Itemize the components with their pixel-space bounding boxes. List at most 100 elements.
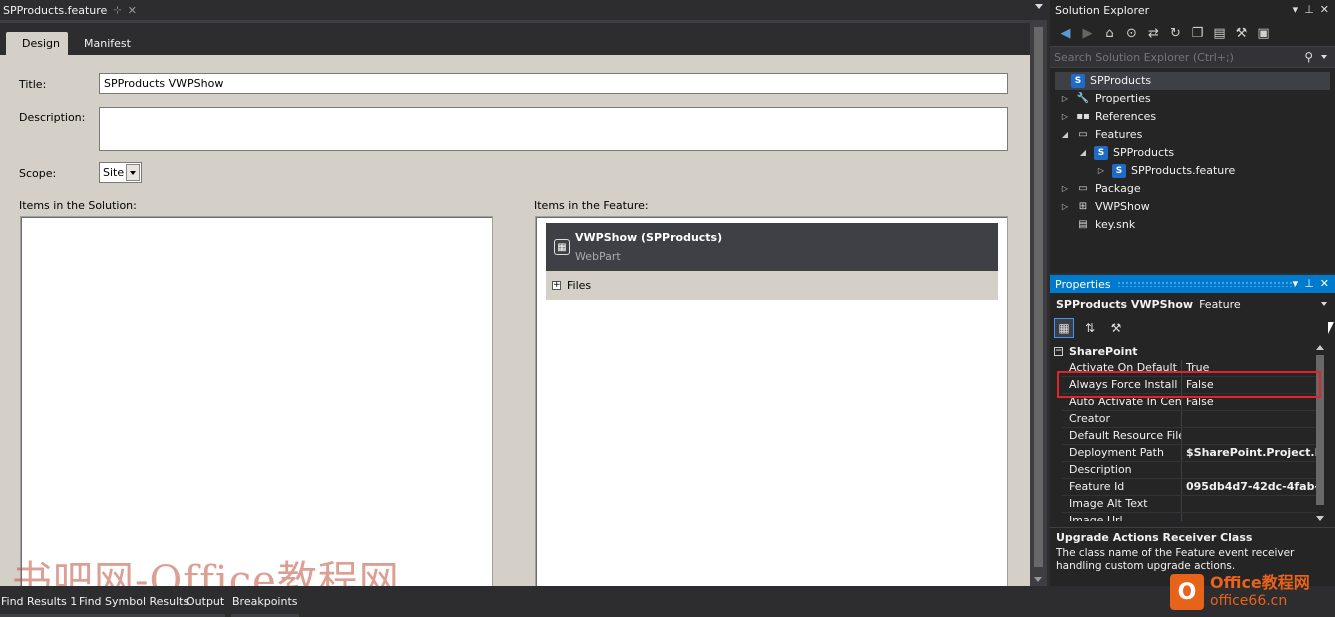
tab-find-results-1[interactable]: Find Results 1 <box>0 595 79 617</box>
pin-icon[interactable]: ⊹ <box>113 5 121 16</box>
tree-item-spproducts-project[interactable]: S SPProducts <box>1055 72 1330 90</box>
alphabetical-icon[interactable]: ⇅ <box>1080 318 1100 338</box>
back-icon[interactable]: ◀ <box>1058 26 1073 41</box>
window-position-icon[interactable]: ▾ <box>1293 277 1299 290</box>
property-value[interactable] <box>1182 462 1318 478</box>
webpart-icon: ⊞ <box>1078 201 1088 212</box>
tree-item-vwpshow[interactable]: ▷ ⊞ VWPShow <box>1060 198 1150 216</box>
solution-search-box[interactable]: ⚲ <box>1050 46 1335 68</box>
items-in-feature-list[interactable]: ▦ VWPShow (SPProducts) WebPart + Files <box>535 216 1008 591</box>
scroll-up-icon[interactable] <box>1316 345 1324 350</box>
property-row[interactable]: Image Url <box>1062 513 1318 521</box>
pin-icon[interactable]: ⊥ <box>1304 277 1314 290</box>
property-grid-scrollbar[interactable] <box>1314 343 1326 523</box>
property-value[interactable] <box>1182 411 1318 427</box>
property-row-always-force-install[interactable]: Always Force Install False <box>1062 377 1318 394</box>
tab-find-symbol-results[interactable]: Find Symbol Results <box>78 595 191 617</box>
tree-item-key-snk[interactable]: ▤ key.snk <box>1060 216 1135 234</box>
scope-dropdown-button[interactable] <box>126 164 140 181</box>
property-grid-scroll-thumb[interactable] <box>1316 355 1324 505</box>
collapse-arrow-icon[interactable]: ◢ <box>1078 144 1088 162</box>
solution-search-input[interactable] <box>1054 49 1294 65</box>
expand-arrow-icon[interactable]: ▷ <box>1060 90 1070 108</box>
property-row[interactable]: Description <box>1062 462 1318 479</box>
sync-icon[interactable]: ⇄ <box>1146 26 1161 41</box>
property-value[interactable]: $SharePoint.Project.F <box>1182 445 1318 461</box>
close-icon[interactable]: ✕ <box>128 4 137 17</box>
scroll-down-icon[interactable] <box>1034 577 1042 582</box>
property-row[interactable]: Image Alt Text <box>1062 496 1318 513</box>
chevron-down-icon[interactable] <box>1321 302 1327 306</box>
property-row[interactable]: Feature Id 095db4d7-42dc-4fab- <box>1062 479 1318 496</box>
property-value[interactable]: False <box>1182 394 1318 410</box>
property-value[interactable] <box>1182 513 1318 521</box>
refresh-icon[interactable]: ↻ <box>1168 26 1183 41</box>
show-all-files-icon[interactable]: ▤ <box>1212 26 1227 41</box>
pending-changes-filter-icon[interactable]: ⊙ <box>1124 26 1139 41</box>
tab-dropdown-icon[interactable] <box>1035 4 1043 9</box>
property-value[interactable]: True <box>1182 360 1318 376</box>
property-value[interactable] <box>1182 428 1318 444</box>
designer-scrollbar[interactable] <box>1030 23 1047 586</box>
property-row[interactable]: Activate On Default True <box>1062 360 1318 377</box>
tab-design[interactable]: Design <box>6 32 68 55</box>
property-value[interactable]: False <box>1182 377 1318 393</box>
close-icon[interactable]: ✕ <box>1320 3 1329 16</box>
expand-arrow-icon[interactable]: ▷ <box>1096 162 1106 180</box>
property-row[interactable]: Default Resource File <box>1062 428 1318 445</box>
home-icon[interactable]: ⌂ <box>1102 26 1117 41</box>
category-row[interactable]: − SharePoint <box>1050 343 1138 360</box>
package-icon: ▭ <box>1078 183 1088 194</box>
tab-output[interactable]: Output <box>185 595 226 617</box>
office-logo-icon: O <box>1170 574 1204 610</box>
solution-explorer-title: Solution Explorer <box>1055 3 1150 17</box>
property-row[interactable]: Creator <box>1062 411 1318 428</box>
collapse-all-icon[interactable]: ❐ <box>1190 26 1205 41</box>
expand-arrow-icon[interactable]: ▷ <box>1060 180 1070 198</box>
property-name: Description <box>1062 462 1182 478</box>
properties-toolbar: ▦ ⇅ ⚒ <box>1050 316 1335 340</box>
files-row[interactable]: + Files <box>546 271 998 300</box>
tab-manifest[interactable]: Manifest <box>68 32 147 55</box>
expand-arrow-icon[interactable]: ▷ <box>1060 198 1070 216</box>
items-in-solution-list[interactable] <box>20 216 493 591</box>
document-tab[interactable]: SPProducts.feature ⊹ ✕ <box>0 0 143 20</box>
properties-icon[interactable]: ⚒ <box>1234 26 1249 41</box>
property-row[interactable]: Deployment Path $SharePoint.Project.F <box>1062 445 1318 462</box>
tree-item-spproducts-feature[interactable]: ◢ S SPProducts <box>1078 144 1174 162</box>
scroll-down-icon[interactable] <box>1316 516 1324 521</box>
feature-icon: S <box>1094 146 1108 160</box>
property-pages-icon[interactable]: ⚒ <box>1106 318 1126 338</box>
tab-breakpoints[interactable]: Breakpoints <box>231 595 299 617</box>
property-row[interactable]: Auto Activate In Central False <box>1062 394 1318 411</box>
tree-item-references[interactable]: ▷ ▪▪ References <box>1060 108 1156 126</box>
categorized-icon[interactable]: ▦ <box>1054 318 1074 338</box>
search-options-icon[interactable] <box>1321 55 1327 59</box>
feature-item[interactable]: ▦ VWPShow (SPProducts) WebPart <box>546 223 998 271</box>
title-input[interactable] <box>99 73 1008 94</box>
forward-icon[interactable]: ▶ <box>1080 26 1095 41</box>
preview-icon[interactable]: ▣ <box>1256 26 1271 41</box>
close-icon[interactable]: ✕ <box>1320 277 1329 290</box>
collapse-arrow-icon[interactable]: ◢ <box>1060 126 1070 144</box>
expand-plus-icon[interactable]: + <box>552 281 561 290</box>
expand-arrow-icon[interactable]: ▷ <box>1060 108 1070 126</box>
tree-item-spproducts-feature-file[interactable]: ▷ S SPProducts.feature <box>1096 162 1235 180</box>
pin-icon[interactable]: ⊥ <box>1304 3 1314 16</box>
scope-select[interactable]: Site <box>99 162 142 183</box>
object-name: SPProducts VWPShow <box>1056 297 1194 311</box>
window-position-icon[interactable]: ▾ <box>1293 3 1299 16</box>
tree-item-properties[interactable]: ▷ 🔧 Properties <box>1060 90 1151 108</box>
designer-scroll-thumb[interactable] <box>1034 27 1043 567</box>
property-value[interactable]: 095db4d7-42dc-4fab- <box>1182 479 1318 495</box>
scope-value: Site <box>103 166 125 179</box>
collapse-minus-icon[interactable]: − <box>1054 347 1063 356</box>
tree-item-features[interactable]: ◢ ▭ Features <box>1060 126 1142 144</box>
properties-object-selector[interactable]: SPProducts VWPShow Feature <box>1050 295 1335 313</box>
description-input[interactable] <box>99 107 1008 151</box>
tree-item-package[interactable]: ▷ ▭ Package <box>1060 180 1141 198</box>
key-file-icon: ▤ <box>1078 219 1088 230</box>
tree-item-label: VWPShow <box>1095 200 1150 213</box>
property-value[interactable] <box>1182 496 1318 512</box>
search-icon[interactable]: ⚲ <box>1304 50 1313 64</box>
